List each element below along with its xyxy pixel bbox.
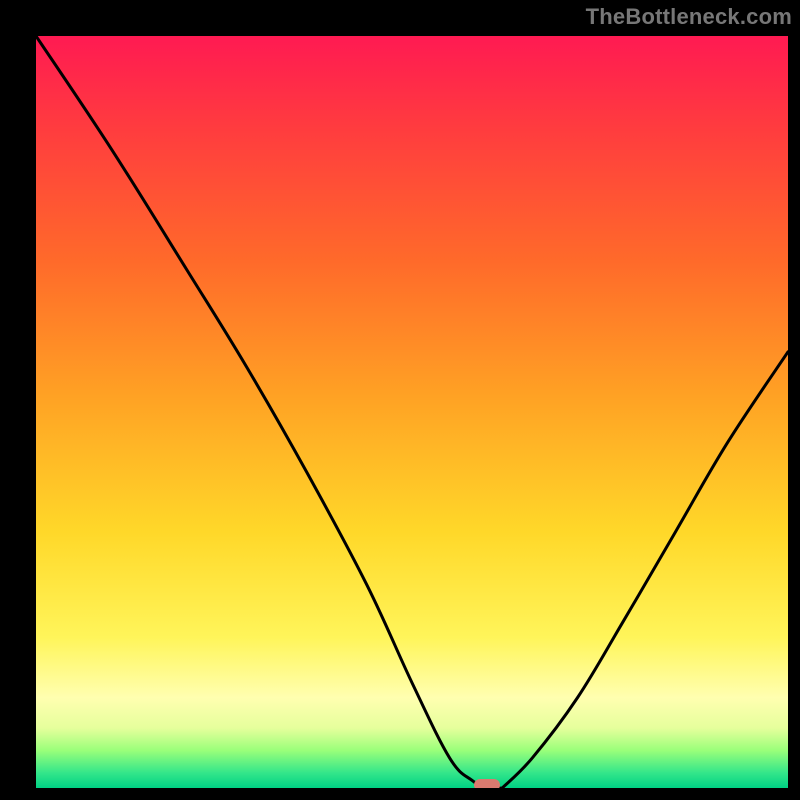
curve-right-curve (502, 352, 788, 788)
plot-area (36, 36, 788, 788)
chart-frame: TheBottleneck.com (0, 0, 800, 800)
watermark-text: TheBottleneck.com (586, 4, 792, 30)
optimum-marker (474, 779, 500, 788)
bottleneck-curve (36, 36, 788, 788)
curve-left-curve (36, 36, 502, 788)
